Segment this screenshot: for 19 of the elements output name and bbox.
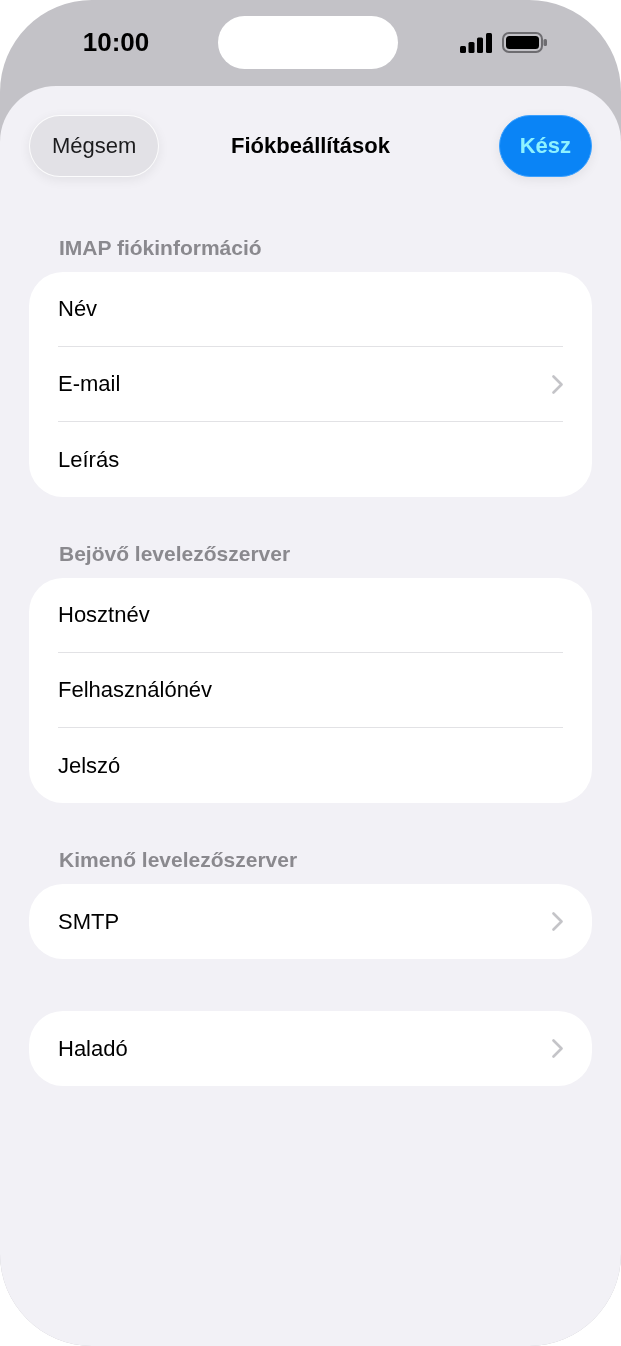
settings-row[interactable]: E-mail — [58, 347, 563, 422]
section-header: Bejövő levelezőszerver — [59, 541, 292, 567]
screen-title: Fiókbeállítások — [231, 133, 390, 159]
signal-icon — [460, 32, 492, 53]
chevron-icon — [552, 374, 563, 394]
settings-row[interactable]: Név — [58, 272, 563, 347]
status-time: 10:00 — [81, 27, 150, 57]
settings-row[interactable]: Hosztnév — [58, 578, 563, 653]
battery-icon — [502, 32, 547, 53]
settings-row[interactable]: Felhasználónév — [58, 653, 563, 728]
section-header: IMAP fiókinformáció — [59, 235, 263, 261]
cancel-button[interactable]: Mégsem — [29, 115, 160, 177]
settings-row[interactable]: SMTP — [58, 884, 563, 959]
section-header: Kimenő levelezőszerver — [59, 847, 299, 873]
settings-row[interactable]: Haladó — [58, 1011, 563, 1086]
settings-row[interactable]: Jelszó — [58, 728, 563, 803]
chevron-icon — [552, 912, 563, 931]
settings-row[interactable]: Leírás — [58, 422, 563, 497]
chevron-icon — [552, 1039, 563, 1058]
